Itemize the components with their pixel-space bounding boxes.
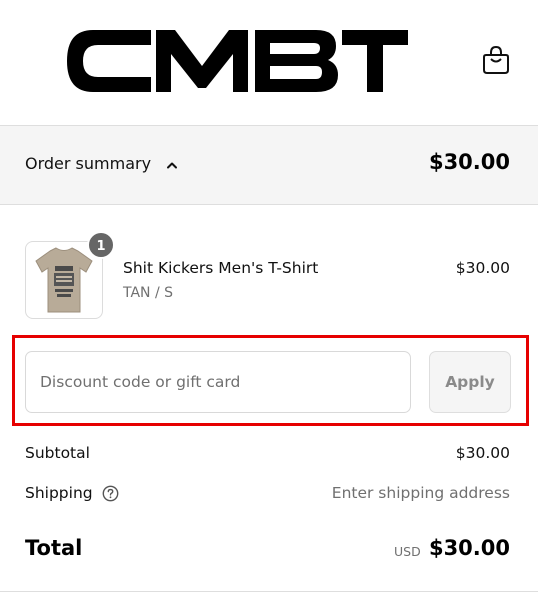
shopping-bag-icon[interactable] <box>482 45 510 75</box>
subtotal-value: $30.00 <box>455 444 510 462</box>
divider <box>0 591 538 592</box>
subtotal-label: Subtotal <box>25 444 90 462</box>
apply-discount-button[interactable]: Apply <box>429 351 511 413</box>
chevron-up-icon <box>167 162 177 169</box>
total-label: Total <box>25 536 83 560</box>
currency-code: USD <box>394 544 421 559</box>
header <box>0 0 538 125</box>
brand-logo[interactable] <box>65 28 410 94</box>
total-value: $30.00 <box>428 536 510 560</box>
shipping-label: Shipping <box>25 484 93 502</box>
quantity-badge: 1 <box>87 231 115 259</box>
question-circle-icon[interactable] <box>102 485 119 502</box>
product-name: Shit Kickers Men's T-Shirt <box>123 259 319 277</box>
product-variant: TAN / S <box>123 285 174 301</box>
product-price: $30.00 <box>455 259 510 277</box>
order-summary-total: $30.00 <box>428 150 510 174</box>
order-summary-label: Order summary <box>25 154 152 173</box>
shipping-value: Enter shipping address <box>331 484 510 502</box>
order-summary-toggle[interactable]: Order summary $30.00 <box>0 125 538 205</box>
discount-code-input[interactable] <box>25 351 411 413</box>
